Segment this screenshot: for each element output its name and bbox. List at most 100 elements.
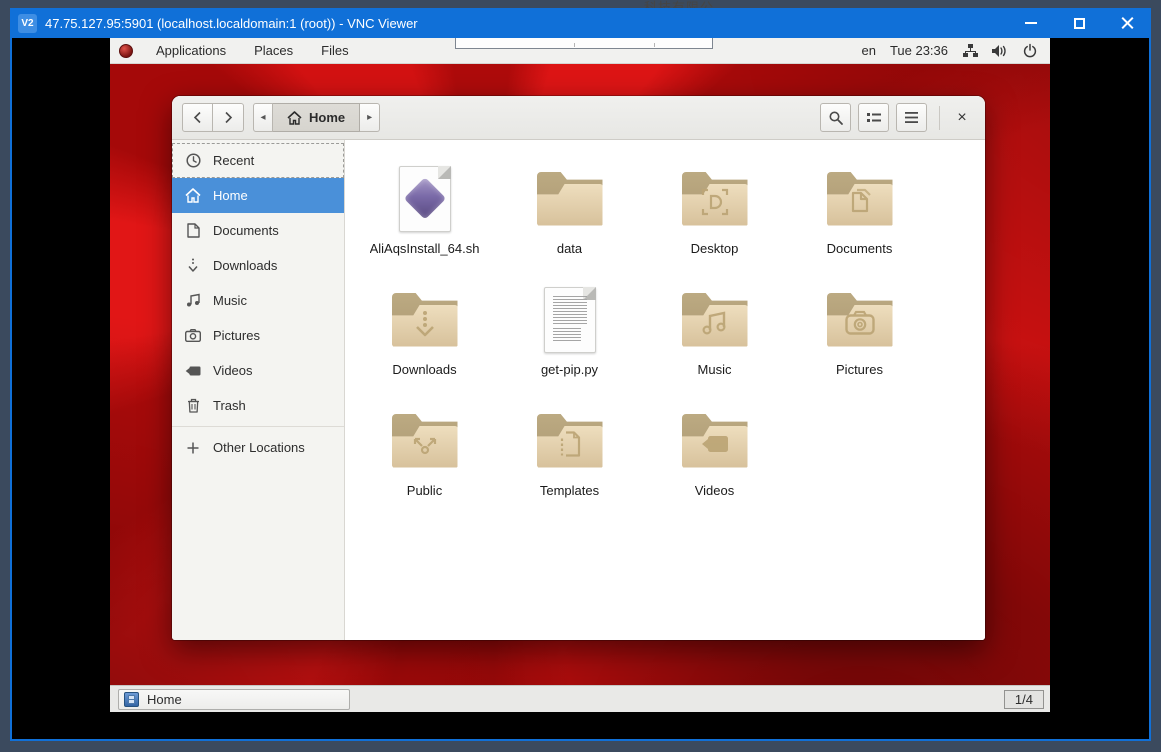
power-icon[interactable] [1022,43,1038,59]
file-name: Videos [695,483,735,498]
document-icon [185,223,201,239]
folder-icon [682,293,748,347]
folder-item-pictures[interactable]: Pictures [787,280,932,401]
menu-files[interactable]: Files [307,38,362,64]
search-button[interactable] [820,103,851,132]
maximize-button[interactable] [1055,8,1103,38]
music-icon [185,293,201,309]
clock[interactable]: Tue 23:36 [890,43,948,58]
list-view-icon [867,112,881,124]
path-home-button[interactable]: Home [273,103,360,132]
camera-icon [185,328,201,344]
sidebar-item-documents[interactable]: Documents [172,213,344,248]
music-emblem-icon [701,310,729,336]
files-content-area[interactable]: AliAqsInstall_64.sh data [345,140,985,640]
trash-icon [185,398,201,414]
sidebar-item-downloads[interactable]: Downloads [172,248,344,283]
sidebar-label: Other Locations [213,440,305,455]
folder-icon [827,293,893,347]
clock-icon [185,153,201,169]
hamburger-icon [905,112,918,123]
folder-item-music[interactable]: Music [642,280,787,401]
file-item-aliaqsinstall[interactable]: AliAqsInstall_64.sh [352,159,497,280]
folder-item-desktop[interactable]: Desktop [642,159,787,280]
menu-applications[interactable]: Applications [142,38,240,64]
folder-item-data[interactable]: data [497,159,642,280]
templates-emblem-icon [559,430,581,457]
menu-places[interactable]: Places [240,38,307,64]
desktop-emblem-icon [702,189,728,215]
sidebar-item-home[interactable]: Home [172,178,344,213]
vnc-titlebar[interactable]: V2 47.75.127.95:5901 (localhost.localdom… [10,8,1151,38]
folder-icon [537,414,603,468]
window-list-taskbar: Home 1/4 [110,685,1050,712]
view-toggle-button[interactable] [858,103,889,132]
file-item-get-pip[interactable]: get-pip.py [497,280,642,401]
remote-desktop: Applications Places Files en Tue 23:36 [110,38,1050,739]
file-name: Pictures [836,362,883,377]
search-icon [829,111,843,125]
taskbar-home-button[interactable]: Home [118,689,350,710]
file-name: Templates [540,483,599,498]
sidebar-item-pictures[interactable]: Pictures [172,318,344,353]
file-name: Desktop [691,241,739,256]
maximize-icon [1074,18,1085,29]
window-close-button[interactable]: × [949,105,975,131]
sidebar-item-videos[interactable]: Videos [172,353,344,388]
files-toolbar: ◂ Home ▸ [172,96,985,140]
sidebar-separator [172,426,344,427]
pictures-emblem-icon [845,311,875,335]
folder-item-videos[interactable]: Videos [642,401,787,522]
path-home-label: Home [309,110,345,125]
vnc-viewport: Applications Places Files en Tue 23:36 [12,38,1149,739]
sidebar-item-other-locations[interactable]: Other Locations [172,430,344,465]
sidebar-label: Pictures [213,328,260,343]
minimize-button[interactable] [1007,8,1055,38]
folder-item-templates[interactable]: Templates [497,401,642,522]
folder-icon [682,414,748,468]
folder-icon [537,172,603,226]
downloads-emblem-icon [414,310,436,336]
file-name: get-pip.py [541,362,598,377]
video-icon [185,363,201,379]
vnc-window-title: 47.75.127.95:5901 (localhost.localdomain… [45,16,1007,31]
screen: 科技有限公… V2 47.75.127.95:5901 (localhost.l… [0,0,1161,752]
folder-icon [392,414,458,468]
files-sidebar: Recent Home Documents [172,140,345,640]
sidebar-label: Trash [213,398,246,413]
download-icon [185,258,201,274]
folder-icon [827,172,893,226]
sidebar-label: Videos [213,363,253,378]
sidebar-item-trash[interactable]: Trash [172,388,344,423]
vnc-toolbar-collapsed[interactable] [455,38,713,49]
folder-item-documents[interactable]: Documents [787,159,932,280]
folder-item-downloads[interactable]: Downloads [352,280,497,401]
taskbar-window-label: Home [147,692,182,707]
plus-icon [185,440,201,456]
workspace-indicator[interactable]: 1/4 [1004,690,1044,709]
shell-script-icon [399,166,451,232]
sidebar-label: Documents [213,223,279,238]
forward-button[interactable] [213,103,244,132]
file-name: Documents [827,241,893,256]
path-previous-button[interactable]: ◂ [253,103,273,132]
network-icon[interactable] [962,43,978,59]
menu-button[interactable] [896,103,927,132]
sidebar-item-recent[interactable]: Recent [172,143,344,178]
file-name: Music [698,362,732,377]
sidebar-label: Downloads [213,258,277,273]
volume-icon[interactable] [992,43,1008,59]
path-next-button[interactable]: ▸ [360,103,380,132]
folder-item-public[interactable]: Public [352,401,497,522]
keyboard-layout-indicator[interactable]: en [861,43,875,58]
sidebar-label: Home [213,188,248,203]
close-icon [1121,17,1134,30]
back-button[interactable] [182,103,213,132]
file-manager-icon [124,692,139,707]
toolbar-separator [939,106,940,130]
file-name: AliAqsInstall_64.sh [370,241,480,256]
close-button[interactable] [1103,8,1151,38]
text-file-icon [544,287,596,353]
sidebar-item-music[interactable]: Music [172,283,344,318]
file-name: Downloads [392,362,456,377]
